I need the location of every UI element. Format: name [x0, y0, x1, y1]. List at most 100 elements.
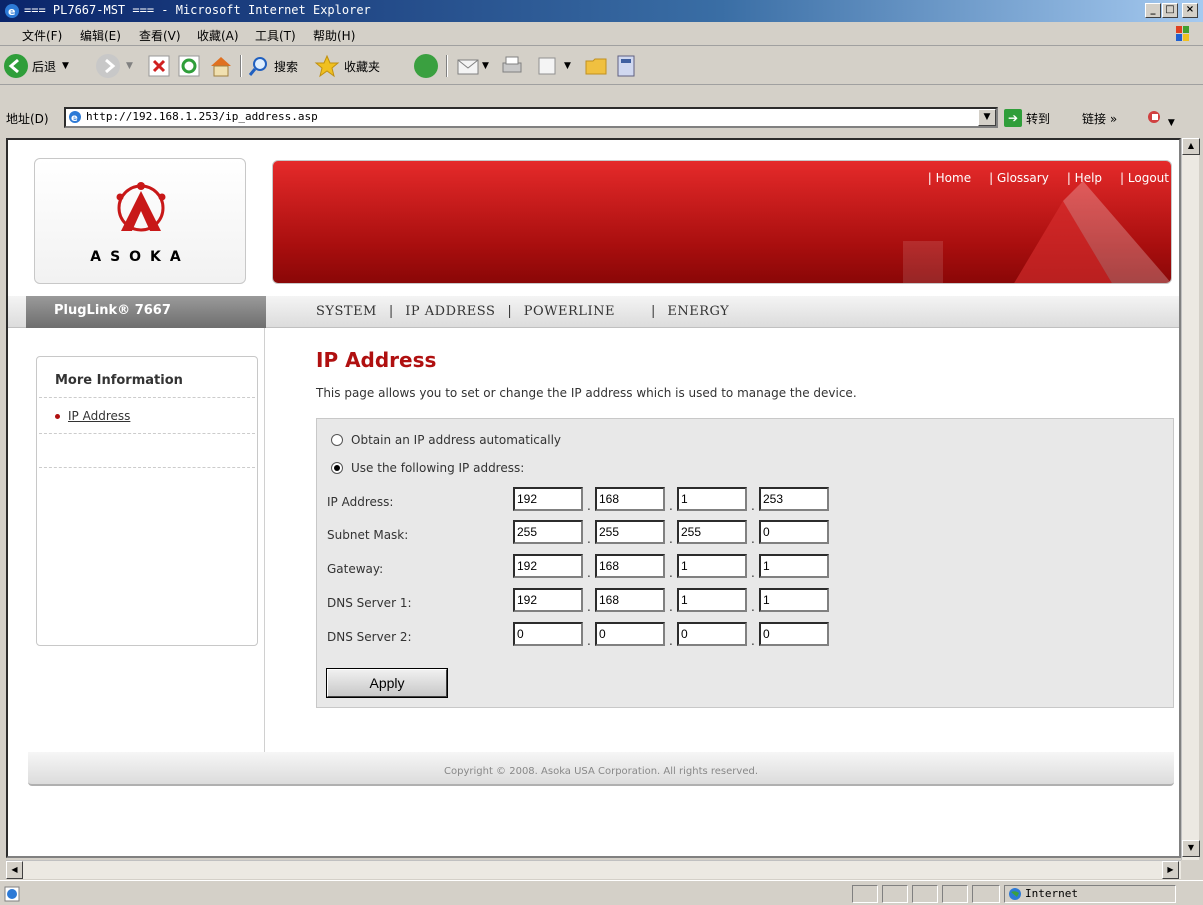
subnet-octet-1[interactable]: 255 [513, 520, 583, 544]
ip-octet-4[interactable]: 253 [759, 487, 829, 511]
sidebar-item-label: IP Address [68, 409, 131, 423]
edit-icon [538, 57, 556, 75]
help-link[interactable]: | Help [1067, 171, 1102, 185]
footer: Copyright © 2008. Asoka USA Corporation.… [28, 752, 1174, 786]
gateway-octet-4[interactable]: 1 [759, 554, 829, 578]
radio-manual-label: Use the following IP address: [351, 461, 525, 475]
page-description: This page allows you to set or change th… [316, 386, 857, 400]
search-button[interactable]: 搜索 [248, 53, 298, 79]
subnet-octet-3[interactable]: 255 [677, 520, 747, 544]
back-arrow-icon [4, 54, 28, 78]
menu-tools[interactable]: 工具(T) [255, 27, 296, 44]
gateway-octet-2[interactable]: 168 [595, 554, 665, 578]
history-button[interactable] [414, 53, 438, 79]
horizontal-scrollbar[interactable]: ◀ ▶ [6, 860, 1181, 879]
stop-button[interactable] [148, 53, 170, 79]
toolbar-extension-icon[interactable]: ▼ [1146, 109, 1175, 128]
dns1-octet-1[interactable]: 192 [513, 588, 583, 612]
folder-button[interactable] [584, 53, 608, 79]
scroll-right-icon[interactable]: ▶ [1162, 861, 1179, 879]
menu-file[interactable]: 文件(F) [22, 27, 62, 44]
refresh-icon [178, 55, 200, 77]
radio-auto[interactable] [331, 434, 343, 446]
dns1-octet-2[interactable]: 168 [595, 588, 665, 612]
menu-view[interactable]: 查看(V) [139, 27, 181, 44]
menu-bar: 文件(F) 编辑(E) 查看(V) 收藏(A) 工具(T) 帮助(H) [0, 22, 1203, 46]
status-cell [882, 885, 908, 903]
home-link[interactable]: | Home [928, 171, 971, 185]
print-button[interactable] [500, 53, 524, 79]
mail-button[interactable]: ▼ [456, 53, 489, 79]
field-label: IP Address: [327, 495, 394, 509]
radio-manual[interactable] [331, 462, 343, 474]
vertical-scrollbar[interactable]: ▲ ▼ [1181, 138, 1200, 860]
field-label: DNS Server 1: [327, 596, 412, 610]
octet-dot: . [669, 532, 673, 546]
logout-link[interactable]: | Logout [1120, 171, 1169, 185]
address-dropdown-icon[interactable]: ▼ [978, 109, 996, 126]
scroll-up-icon[interactable]: ▲ [1182, 138, 1200, 155]
bullet-icon [55, 414, 60, 419]
nav-energy[interactable]: ENERGY [667, 304, 729, 319]
dns1-octet-3[interactable]: 1 [677, 588, 747, 612]
gateway-octet-3[interactable]: 1 [677, 554, 747, 578]
apply-button[interactable]: Apply [326, 668, 448, 698]
maximize-button[interactable]: □ [1162, 3, 1178, 18]
menu-edit[interactable]: 编辑(E) [80, 27, 121, 44]
subnet-octet-2[interactable]: 255 [595, 520, 665, 544]
octet-dot: . [587, 634, 591, 648]
home-button[interactable] [208, 53, 234, 79]
status-cell [942, 885, 968, 903]
dns2-octet-1[interactable]: 0 [513, 622, 583, 646]
favorites-button[interactable]: 收藏夹 [314, 53, 380, 79]
address-input[interactable]: e http://192.168.1.253/ip_address.asp [64, 107, 998, 128]
radio-auto-row[interactable]: Obtain an IP address automatically [331, 433, 561, 447]
menu-help[interactable]: 帮助(H) [313, 27, 355, 44]
search-label: 搜索 [274, 59, 299, 74]
back-button[interactable]: 后退 ▼ [4, 53, 69, 79]
minimize-button[interactable]: _ [1145, 3, 1161, 18]
close-button[interactable]: × [1182, 3, 1198, 18]
nav-system[interactable]: SYSTEM [316, 304, 377, 319]
menu-favorites[interactable]: 收藏(A) [197, 27, 239, 44]
field-label: Subnet Mask: [327, 528, 409, 542]
dns2-octet-2[interactable]: 0 [595, 622, 665, 646]
page: ASOKA | Home | Glossary | Help | Logout … [8, 140, 1179, 856]
gateway-octet-1[interactable]: 192 [513, 554, 583, 578]
field-label: DNS Server 2: [327, 630, 412, 644]
radio-auto-label: Obtain an IP address automatically [351, 433, 562, 447]
ip-octet-2[interactable]: 168 [595, 487, 665, 511]
messenger-icon [617, 55, 635, 77]
scroll-down-icon[interactable]: ▼ [1182, 840, 1200, 857]
ip-octet-3[interactable]: 1 [677, 487, 747, 511]
ip-octet-1[interactable]: 192 [513, 487, 583, 511]
home-icon [211, 57, 231, 77]
status-cell [912, 885, 938, 903]
octet-dot: . [751, 600, 755, 614]
radio-manual-row[interactable]: Use the following IP address: [331, 461, 524, 475]
messenger-button[interactable] [614, 53, 638, 79]
forward-button[interactable]: ▼ [96, 53, 133, 79]
dns1-octet-4[interactable]: 1 [759, 588, 829, 612]
page-status-icon [4, 886, 20, 902]
dns2-octet-3[interactable]: 0 [677, 622, 747, 646]
glossary-link[interactable]: | Glossary [989, 171, 1049, 185]
subnet-octet-4[interactable]: 0 [759, 520, 829, 544]
go-button[interactable]: ➔ 转到 [1004, 109, 1050, 127]
dns2-octet-4[interactable]: 0 [759, 622, 829, 646]
status-cell [972, 885, 1000, 903]
sidebar-item-ip-address[interactable]: IP Address [55, 409, 130, 423]
refresh-button[interactable] [178, 53, 200, 79]
mail-dropdown-icon: ▼ [482, 61, 489, 71]
copyright: Copyright © 2008. Asoka USA Corporation.… [444, 766, 758, 777]
svg-text:e: e [71, 113, 78, 124]
windows-logo-icon [1176, 26, 1189, 41]
links-button[interactable]: 链接 » [1082, 110, 1117, 127]
scroll-left-icon[interactable]: ◀ [6, 861, 23, 879]
nav-powerline[interactable]: POWERLINE [524, 304, 615, 319]
sidebar-divider [39, 397, 255, 398]
edit-button[interactable]: ▼ [536, 53, 571, 79]
toolbar-separator [240, 55, 242, 77]
nav-ip-address[interactable]: IP ADDRESS [405, 304, 495, 319]
